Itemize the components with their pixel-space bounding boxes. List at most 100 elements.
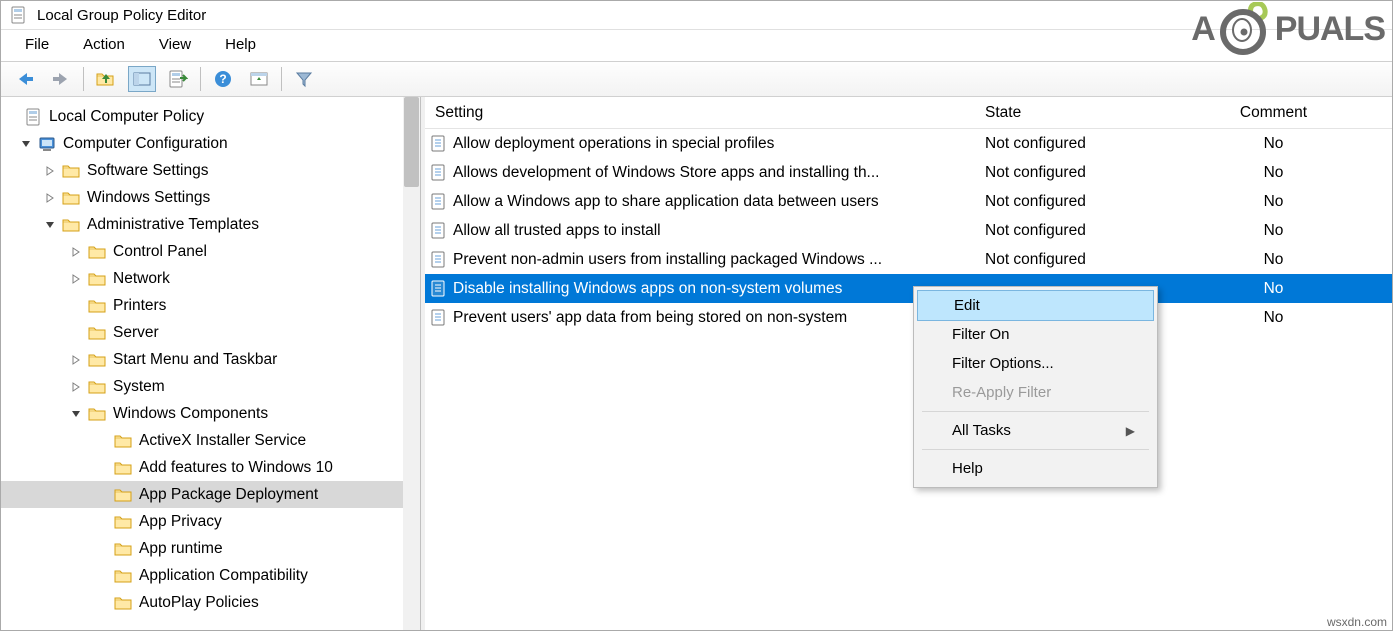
export-button[interactable] <box>164 66 192 92</box>
settings-list[interactable]: Allow deployment operations in special p… <box>425 129 1392 332</box>
setting-name: Prevent non-admin users from installing … <box>453 251 882 269</box>
tree-item-label: Windows Components <box>113 405 268 423</box>
context-menu-item[interactable]: Edit <box>917 290 1154 321</box>
tree-item[interactable]: Application Compatibility <box>1 562 403 589</box>
tree-item[interactable]: Add features to Windows 10 <box>1 454 403 481</box>
tree-item-label: Network <box>113 270 170 288</box>
expander-closed-icon[interactable] <box>71 382 87 392</box>
expander-open-icon[interactable] <box>21 139 37 149</box>
tree-item-label: Start Menu and Taskbar <box>113 351 277 369</box>
setting-comment: No <box>1155 251 1392 269</box>
app-window: Local Group Policy Editor File Action Vi… <box>0 0 1393 631</box>
policy-icon <box>429 280 447 298</box>
column-comment[interactable]: Comment <box>1155 104 1392 122</box>
folder-icon <box>87 322 109 344</box>
filter-button[interactable] <box>290 66 318 92</box>
context-menu-item: Re-Apply Filter <box>916 378 1155 407</box>
column-setting[interactable]: Setting <box>425 104 955 122</box>
folder-icon <box>61 160 83 182</box>
setting-comment: No <box>1155 309 1392 327</box>
tree-item[interactable]: System <box>1 373 403 400</box>
up-folder-button[interactable] <box>92 66 120 92</box>
policy-icon <box>429 222 447 240</box>
setting-name: Allow all trusted apps to install <box>453 222 661 240</box>
menu-action[interactable]: Action <box>79 34 129 55</box>
tree-item[interactable]: Server <box>1 319 403 346</box>
tree-item-label: ActiveX Installer Service <box>139 432 306 450</box>
expander-closed-icon[interactable] <box>45 166 61 176</box>
settings-row[interactable]: Allow deployment operations in special p… <box>425 129 1392 158</box>
expander-closed-icon[interactable] <box>71 247 87 257</box>
settings-row[interactable]: Disable installing Windows apps on non-s… <box>425 274 1392 303</box>
tree-item[interactable]: Windows Components <box>1 400 403 427</box>
menu-help[interactable]: Help <box>221 34 260 55</box>
tree-item[interactable]: Printers <box>1 292 403 319</box>
context-menu-item[interactable]: Help <box>916 454 1155 483</box>
settings-row[interactable]: Prevent users' app data from being store… <box>425 303 1392 332</box>
context-menu-item[interactable]: Filter On <box>916 320 1155 349</box>
policy-tree[interactable]: Local Computer Policy Computer Configurat… <box>1 97 403 630</box>
setting-state: Not configured <box>955 193 1155 211</box>
context-menu-item[interactable]: All Tasks▶ <box>916 416 1155 445</box>
tree-item[interactable]: AutoPlay Policies <box>1 589 403 616</box>
tree-item[interactable]: Software Settings <box>1 157 403 184</box>
tree-item-label: Server <box>113 324 159 342</box>
tree-item[interactable]: App runtime <box>1 535 403 562</box>
folder-icon <box>113 457 135 479</box>
tree-item-label: System <box>113 378 165 396</box>
menu-file[interactable]: File <box>21 34 53 55</box>
context-menu-label: Edit <box>954 297 980 314</box>
menu-divider <box>922 449 1149 450</box>
show-hide-tree-button[interactable] <box>128 66 156 92</box>
folder-icon <box>61 187 83 209</box>
tree-item[interactable]: Administrative Templates <box>1 211 403 238</box>
tree-item[interactable]: Local Computer Policy <box>1 103 403 130</box>
column-state[interactable]: State <box>955 104 1155 122</box>
expander-closed-icon[interactable] <box>71 355 87 365</box>
tree-item[interactable]: Control Panel <box>1 238 403 265</box>
setting-name: Allow deployment operations in special p… <box>453 135 774 153</box>
setting-comment: No <box>1155 193 1392 211</box>
setting-comment: No <box>1155 164 1392 182</box>
menu-divider <box>922 411 1149 412</box>
svg-text:?: ? <box>219 72 226 86</box>
settings-row[interactable]: Allow all trusted apps to installNot con… <box>425 216 1392 245</box>
tree-item[interactable]: ActiveX Installer Service <box>1 427 403 454</box>
forward-button[interactable] <box>47 66 75 92</box>
expander-closed-icon[interactable] <box>71 274 87 284</box>
folder-icon <box>61 214 83 236</box>
doc-icon <box>23 106 45 128</box>
expander-closed-icon[interactable] <box>45 193 61 203</box>
back-button[interactable] <box>11 66 39 92</box>
folder-icon <box>113 538 135 560</box>
setting-name: Disable installing Windows apps on non-s… <box>453 280 842 298</box>
expander-open-icon[interactable] <box>71 409 87 419</box>
tree-item[interactable]: Network <box>1 265 403 292</box>
settings-row[interactable]: Prevent non-admin users from installing … <box>425 245 1392 274</box>
setting-name: Allow a Windows app to share application… <box>453 193 879 211</box>
folder-icon <box>87 376 109 398</box>
watermark-text-puals: PUALS <box>1275 10 1385 49</box>
tree-item[interactable]: Start Menu and Taskbar <box>1 346 403 373</box>
tree-scrollbar[interactable] <box>403 97 420 630</box>
settings-row[interactable]: Allows development of Windows Store apps… <box>425 158 1392 187</box>
settings-row[interactable]: Allow a Windows app to share application… <box>425 187 1392 216</box>
help-button[interactable]: ? <box>209 66 237 92</box>
folder-icon <box>113 511 135 533</box>
tree-item[interactable]: Windows Settings <box>1 184 403 211</box>
tree-item[interactable]: App Privacy <box>1 508 403 535</box>
setting-name: Prevent users' app data from being store… <box>453 309 847 327</box>
main-split: Local Computer Policy Computer Configurat… <box>1 97 1392 630</box>
tree-item[interactable]: Computer Configuration <box>1 130 403 157</box>
properties-button[interactable] <box>245 66 273 92</box>
context-menu-label: Filter On <box>952 326 1010 343</box>
scroll-thumb[interactable] <box>404 97 419 187</box>
tree-item-label: Administrative Templates <box>87 216 259 234</box>
tree-item-label: Local Computer Policy <box>49 108 204 126</box>
toolbar-separator <box>200 67 201 91</box>
expander-open-icon[interactable] <box>45 220 61 230</box>
policy-icon <box>429 251 447 269</box>
menu-view[interactable]: View <box>155 34 195 55</box>
tree-item[interactable]: App Package Deployment <box>1 481 403 508</box>
context-menu-item[interactable]: Filter Options... <box>916 349 1155 378</box>
